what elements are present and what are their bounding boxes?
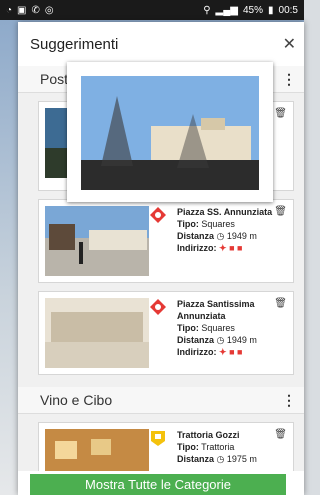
location-icon: ⚲ [203, 4, 211, 16]
status-bar: ◔ ▣ ✆ ◎ ⚲ ▂▄▆ 45% ▮ 00:5 [0, 0, 304, 20]
place-type: Trattoria [201, 442, 235, 452]
type-label: Tipo: [177, 323, 199, 333]
place-thumbnail [45, 298, 149, 368]
section-title: Vino e Cibo [40, 392, 113, 408]
place-type: Squares [201, 219, 235, 229]
distance-value: 1975 m [226, 454, 257, 464]
clock-icon: ◷ [216, 231, 225, 241]
section-title: Post [40, 71, 69, 87]
address-label: Indirizzo: [177, 347, 217, 357]
list-item[interactable]: Trattoria Gozzi Tipo: Trattoria Distanza… [38, 422, 294, 471]
clock-icon: ◷ [216, 454, 225, 464]
walk-icon[interactable]: ✦ [219, 243, 227, 253]
trash-icon[interactable]: 🗑 [274, 206, 287, 217]
distance-row: Distanza ◷ 1975 m [177, 453, 293, 465]
preview-image [81, 76, 259, 190]
list-item[interactable]: Piazza Santissima Annunziata Tipo: Squar… [38, 291, 294, 375]
sync-icon: ◎ [44, 4, 54, 16]
place-thumbnail [45, 206, 149, 276]
battery-percent: 45% [243, 4, 264, 16]
map-pin-icon [150, 207, 166, 223]
distance-row: Distanza ◷ 1949 m [177, 334, 293, 346]
trash-icon[interactable]: 🗑 [274, 108, 287, 119]
notification-icon: ◔ [6, 4, 13, 16]
show-all-categories-label: Mostra Tutte le Categorie [85, 477, 231, 492]
close-icon[interactable]: ✕ [283, 34, 296, 54]
bus-icon[interactable]: ■ [237, 347, 242, 357]
status-right-icons: ⚲ ▂▄▆ 45% ▮ 00:5 [203, 5, 298, 16]
address-row: Indirizzo: ✦ ■ ■ [177, 346, 293, 358]
address-row: Indirizzo: ✦ ■ ■ [177, 242, 293, 254]
battery-icon: ▮ [268, 4, 274, 16]
dialog-title: Suggerimenti [30, 35, 119, 53]
show-all-categories-button[interactable]: Mostra Tutte le Categorie [30, 474, 286, 495]
map-pin-icon [151, 431, 165, 446]
more-options-icon[interactable]: ⋮ [282, 71, 296, 88]
distance-value: 1949 m [226, 335, 257, 345]
place-type-row: Tipo: Squares [177, 218, 293, 230]
list-item[interactable]: Piazza SS. Annunziata Tipo: Squares Dist… [38, 199, 294, 283]
car-icon[interactable]: ■ [229, 243, 234, 253]
photo-preview-popup[interactable] [67, 62, 273, 202]
signal-icon: ▂▄▆ [215, 4, 238, 16]
car-icon[interactable]: ■ [229, 347, 234, 357]
type-label: Tipo: [177, 219, 199, 229]
section-vino-e-cibo: Vino e Cibo ⋮ Trattoria Gozzi Tipo: Trat… [18, 387, 304, 471]
suggestions-dialog: Suggerimenti ✕ Post ⋮ 🗑 Piazza SS. Annun… [18, 22, 304, 495]
section-header: Vino e Cibo ⋮ [18, 387, 304, 414]
place-thumbnail [45, 429, 149, 471]
place-type: Squares [201, 323, 235, 333]
clock-time: 00:5 [278, 4, 298, 16]
distance-label: Distanza [177, 335, 215, 345]
walk-icon[interactable]: ✦ [219, 347, 227, 357]
status-left-icons: ◔ ▣ ✆ ◎ [6, 5, 54, 16]
distance-value: 1949 m [226, 231, 257, 241]
dialog-header: Suggerimenti ✕ [18, 22, 304, 67]
clock-icon: ◷ [216, 335, 225, 345]
phone-icon: ✆ [31, 4, 40, 16]
map-pin-icon [150, 299, 166, 315]
place-type-row: Tipo: Trattoria [177, 441, 293, 453]
distance-label: Distanza [177, 231, 215, 241]
gallery-icon: ▣ [17, 4, 27, 16]
trash-icon[interactable]: 🗑 [274, 429, 287, 440]
type-label: Tipo: [177, 442, 199, 452]
distance-label: Distanza [177, 454, 215, 464]
bus-icon[interactable]: ■ [237, 243, 242, 253]
trash-icon[interactable]: 🗑 [274, 298, 287, 309]
place-type-row: Tipo: Squares [177, 322, 293, 334]
address-label: Indirizzo: [177, 243, 217, 253]
more-options-icon[interactable]: ⋮ [282, 392, 296, 409]
distance-row: Distanza ◷ 1949 m [177, 230, 293, 242]
